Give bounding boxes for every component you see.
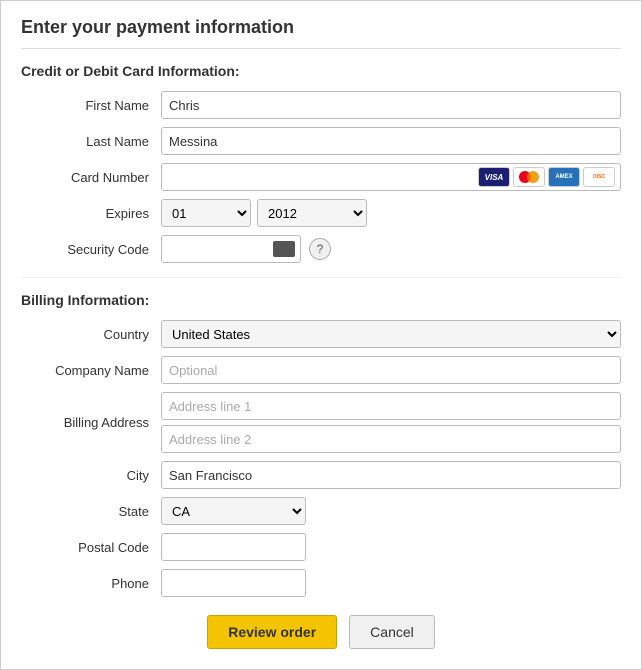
last-name-row: Last Name bbox=[21, 127, 621, 155]
company-row: Company Name bbox=[21, 356, 621, 384]
last-name-field bbox=[161, 127, 621, 155]
country-field: United States Canada United Kingdom Aust… bbox=[161, 320, 621, 348]
postal-label: Postal Code bbox=[21, 540, 161, 555]
billing-address-label: Billing Address bbox=[21, 415, 161, 430]
billing-section-heading: Billing Information: bbox=[21, 292, 621, 308]
address-line1-input[interactable] bbox=[161, 392, 621, 420]
cancel-button[interactable]: Cancel bbox=[349, 615, 435, 649]
state-select[interactable]: CA NY TX FL bbox=[161, 497, 306, 525]
card-section: Credit or Debit Card Information: First … bbox=[21, 63, 621, 263]
phone-label: Phone bbox=[21, 576, 161, 591]
expires-label: Expires bbox=[21, 206, 161, 221]
city-input[interactable] bbox=[161, 461, 621, 489]
phone-field bbox=[161, 569, 621, 597]
country-label: Country bbox=[21, 327, 161, 342]
last-name-input[interactable] bbox=[161, 127, 621, 155]
expires-row: Expires 01 02 03 04 05 06 07 08 09 10 11 bbox=[21, 199, 621, 227]
mastercard-icon bbox=[513, 167, 545, 187]
security-row: Security Code ? bbox=[21, 235, 621, 263]
security-card-icon bbox=[273, 241, 295, 257]
last-name-label: Last Name bbox=[21, 134, 161, 149]
first-name-label: First Name bbox=[21, 98, 161, 113]
security-input-wrap bbox=[161, 235, 301, 263]
company-field bbox=[161, 356, 621, 384]
expires-field: 01 02 03 04 05 06 07 08 09 10 11 12 bbox=[161, 199, 621, 227]
security-help-button[interactable]: ? bbox=[309, 238, 331, 260]
country-select[interactable]: United States Canada United Kingdom Aust… bbox=[161, 320, 621, 348]
address-line2-input[interactable] bbox=[161, 425, 621, 453]
postal-field bbox=[161, 533, 621, 561]
expires-selects: 01 02 03 04 05 06 07 08 09 10 11 12 bbox=[161, 199, 621, 227]
card-number-label: Card Number bbox=[21, 170, 161, 185]
billing-address-row: Billing Address bbox=[21, 392, 621, 453]
city-label: City bbox=[21, 468, 161, 483]
discover-icon: DISC bbox=[583, 167, 615, 187]
company-input[interactable] bbox=[161, 356, 621, 384]
card-number-row: Card Number VISA AMEX bbox=[21, 163, 621, 191]
page-title: Enter your payment information bbox=[21, 17, 621, 49]
postal-row: Postal Code bbox=[21, 533, 621, 561]
state-field: CA NY TX FL bbox=[161, 497, 621, 525]
amex-icon: AMEX bbox=[548, 167, 580, 187]
phone-row: Phone bbox=[21, 569, 621, 597]
state-row: State CA NY TX FL bbox=[21, 497, 621, 525]
billing-address-field bbox=[161, 392, 621, 453]
first-name-input[interactable] bbox=[161, 91, 621, 119]
city-field bbox=[161, 461, 621, 489]
card-number-field: VISA AMEX DISC bbox=[161, 163, 621, 191]
company-label: Company Name bbox=[21, 363, 161, 378]
card-icons: VISA AMEX DISC bbox=[478, 167, 615, 187]
security-code-wrap: ? bbox=[161, 235, 621, 263]
address-wrap bbox=[161, 392, 621, 453]
phone-input[interactable] bbox=[161, 569, 306, 597]
review-order-button[interactable]: Review order bbox=[207, 615, 337, 649]
postal-input[interactable] bbox=[161, 533, 306, 561]
buttons-row: Review order Cancel bbox=[21, 615, 621, 649]
first-name-field bbox=[161, 91, 621, 119]
payment-form: Enter your payment information Credit or… bbox=[0, 0, 642, 670]
security-code-field: ? bbox=[161, 235, 621, 263]
state-label: State bbox=[21, 504, 161, 519]
expires-month-select[interactable]: 01 02 03 04 05 06 07 08 09 10 11 12 bbox=[161, 199, 251, 227]
card-section-heading: Credit or Debit Card Information: bbox=[21, 63, 621, 79]
card-number-wrap: VISA AMEX DISC bbox=[161, 163, 621, 191]
billing-section: Billing Information: Country United Stat… bbox=[21, 277, 621, 597]
expires-year-select[interactable]: 2010 2011 2012 2013 2014 2015 2016 2017 … bbox=[257, 199, 367, 227]
security-code-label: Security Code bbox=[21, 242, 161, 257]
city-row: City bbox=[21, 461, 621, 489]
country-row: Country United States Canada United King… bbox=[21, 320, 621, 348]
visa-icon: VISA bbox=[478, 167, 510, 187]
first-name-row: First Name bbox=[21, 91, 621, 119]
